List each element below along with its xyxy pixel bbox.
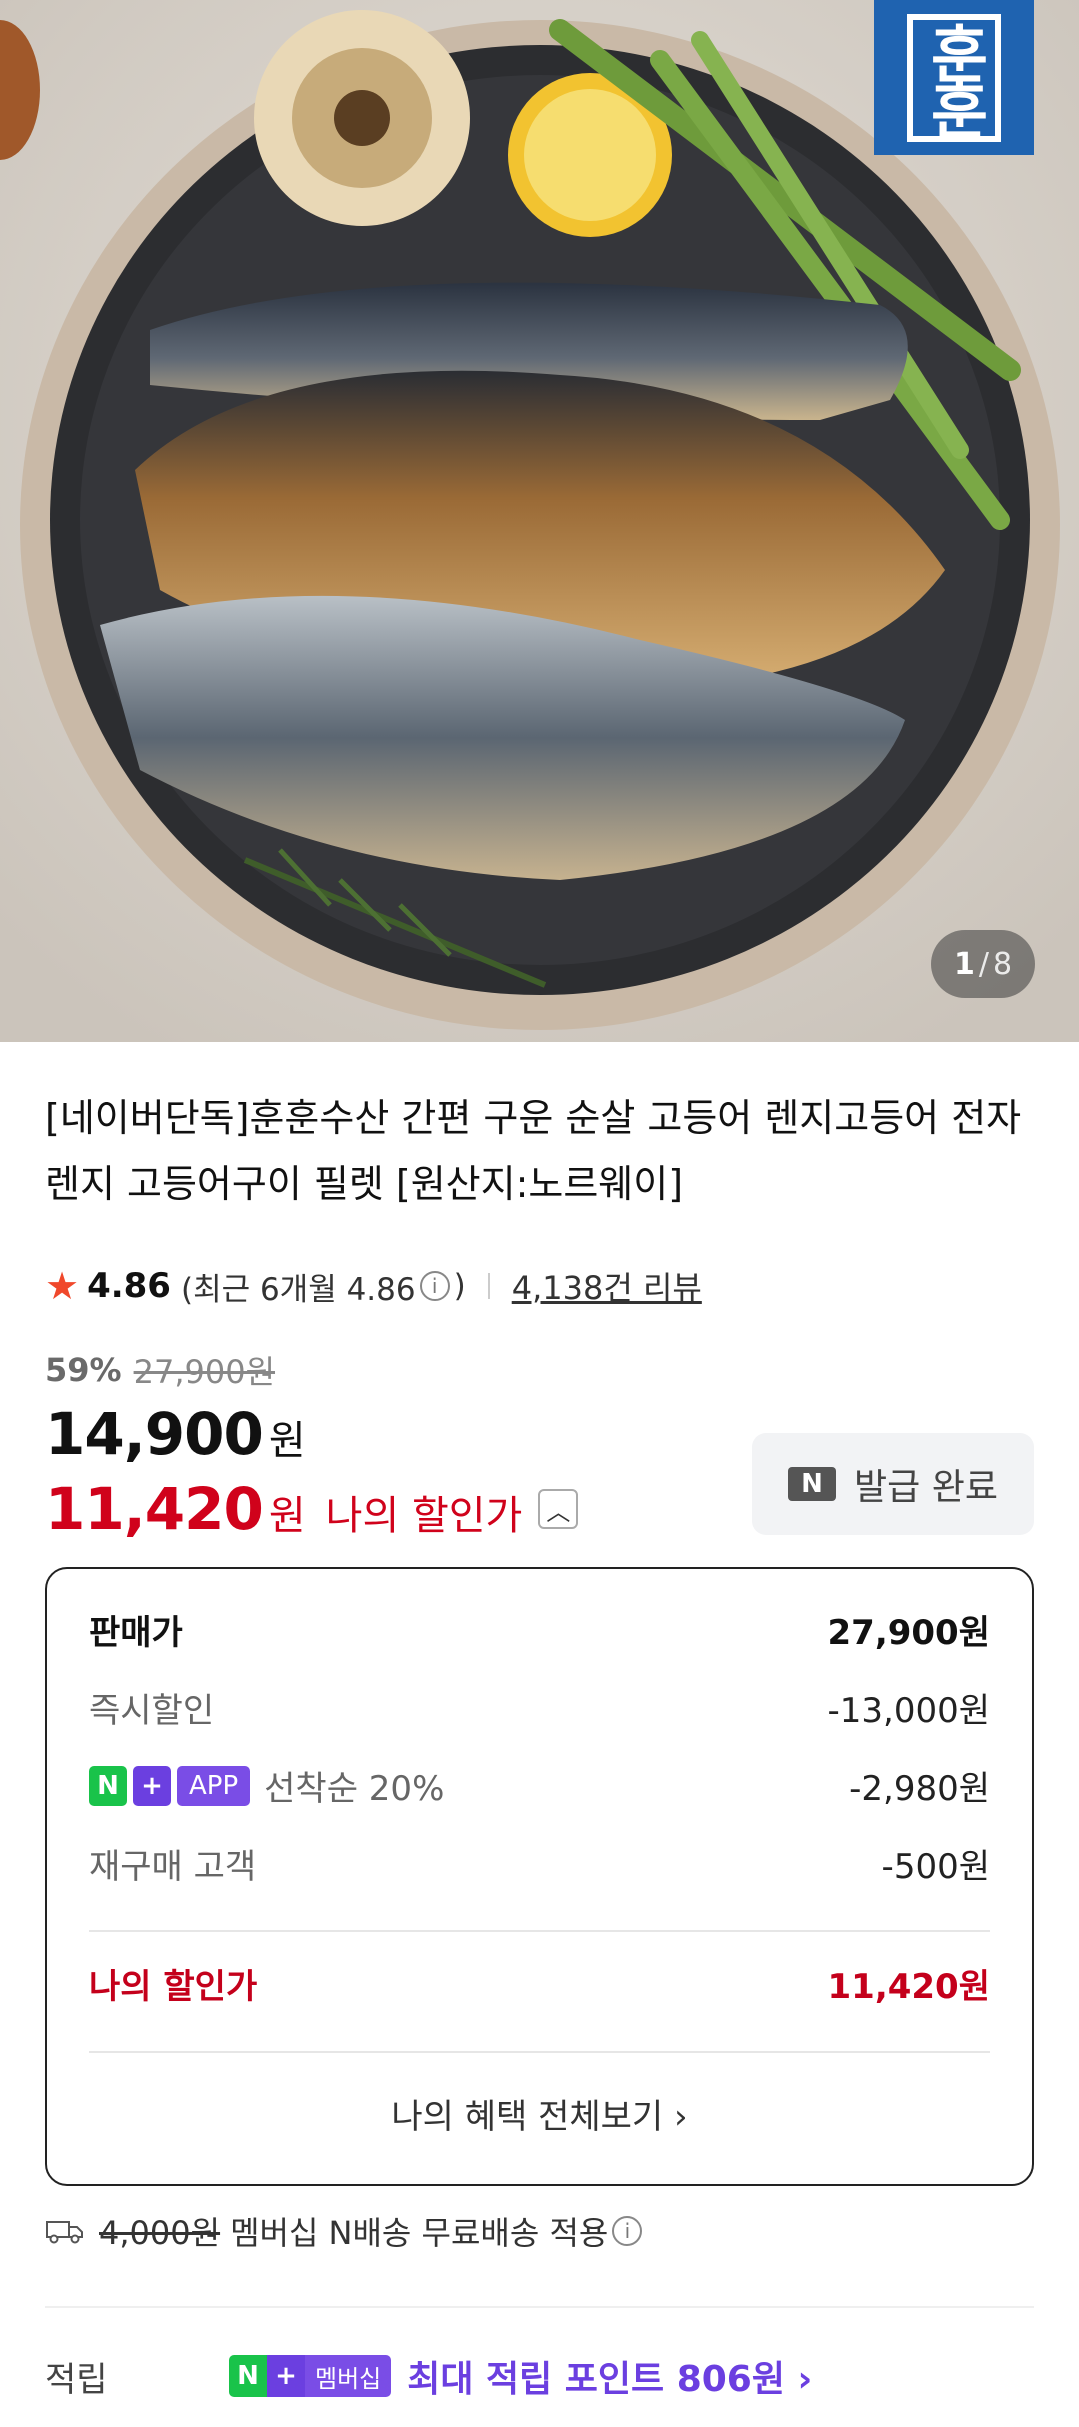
price-row-repurchase: 재구매 고객 -500원 <box>89 1847 990 1887</box>
view-all-benefits-link[interactable]: 나의 혜택 전체보기 › <box>47 2089 1032 2138</box>
naver-n-badge: N <box>89 1765 127 1806</box>
points-label: 적립 <box>45 2359 108 2400</box>
divider <box>487 1273 490 1299</box>
rating-recent: (최근 6개월 4.86 i) <box>180 1268 466 1308</box>
review-count-link[interactable]: 4,138건 리뷰 <box>512 1263 702 1309</box>
shipping-row: 4,000원 멤버십 N배송 무료배송 적용 i <box>45 2208 646 2254</box>
points-row[interactable]: 적립 N + 멤버십 최대 적립 포인트 806원 › <box>45 2350 812 2402</box>
chevron-up-icon[interactable]: ︿ <box>538 1489 579 1529</box>
divider <box>45 2306 1034 2308</box>
product-image[interactable]: 훈훈 1/8 <box>0 0 1079 1042</box>
info-icon[interactable]: i <box>612 2216 643 2246</box>
plus-badge: + <box>133 1765 171 1806</box>
discount-rate: 59% <box>45 1351 122 1389</box>
rating-row: ★ 4.86 (최근 6개월 4.86 i) 4,138건 리뷰 <box>45 1258 702 1314</box>
app-badge: APP <box>177 1765 251 1806</box>
price-breakdown-box: 판매가 27,900원 즉시할인 -13,000원 N + APP 선착순 20… <box>45 1567 1034 2186</box>
price-row-sale: 판매가 27,900원 <box>89 1613 990 1653</box>
coupon-issued-button[interactable]: N 발급 완료 <box>752 1433 1034 1535</box>
membership-badge: N + 멤버십 <box>229 2355 392 2397</box>
my-discount-price: 11,420 원 나의 할인가 ︿ <box>45 1475 579 1543</box>
divider <box>89 1930 990 1932</box>
truck-icon <box>46 2221 83 2244</box>
max-points-link[interactable]: 최대 적립 포인트 806원 › <box>407 2350 812 2402</box>
original-price: 27,900원 <box>133 1353 276 1391</box>
discount-row: 59% 27,900원 <box>45 1347 275 1393</box>
star-icon: ★ <box>45 1264 80 1308</box>
product-title: [네이버단독]훈훈수산 간편 구운 순살 고등어 렌지고등어 전자렌지 고등어구… <box>45 1096 1022 1206</box>
price-row-app-discount: N + APP 선착순 20% -2,980원 <box>89 1761 990 1810</box>
sale-price: 14,900 원 <box>45 1400 306 1468</box>
naver-n-icon: N <box>788 1467 837 1501</box>
shipping-text: 멤버십 N배송 무료배송 적용 <box>230 2214 609 2252</box>
info-icon[interactable]: i <box>419 1271 450 1301</box>
price-row-total: 나의 할인가 11,420원 <box>89 1967 990 2007</box>
divider <box>89 2051 990 2053</box>
rating-score: 4.86 <box>87 1266 171 1306</box>
image-page-indicator: 1/8 <box>931 930 1035 998</box>
brand-logo: 훈훈 <box>874 0 1034 155</box>
grilled-mackerel-photo <box>0 0 1079 1042</box>
original-shipping-fee: 4,000원 <box>99 2214 221 2252</box>
price-row-instant-discount: 즉시할인 -13,000원 <box>89 1691 990 1731</box>
